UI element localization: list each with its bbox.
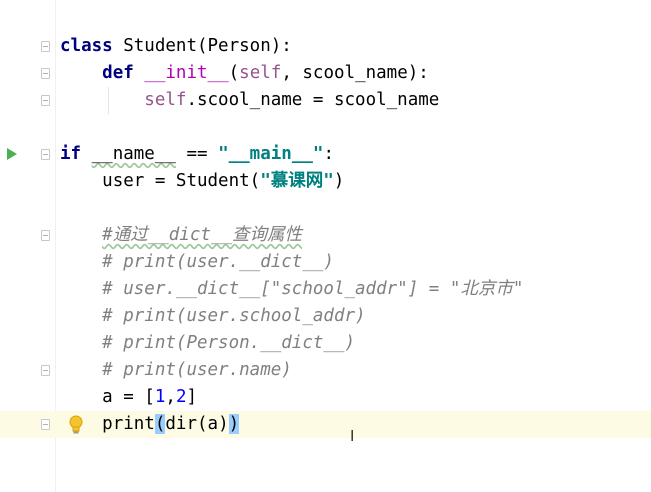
assignment: a = [: [102, 387, 155, 407]
assignment: user = Student(: [102, 171, 261, 191]
code-line-13[interactable]: # print(user.name): [0, 357, 651, 384]
comment: # print(user.name): [102, 360, 292, 380]
code-line-9[interactable]: # print(user.__dict__): [0, 249, 651, 276]
assignment: .scool_name = scool_name: [186, 90, 440, 110]
code-text[interactable]: class Student(Person):: [60, 33, 292, 60]
paren: (: [228, 63, 240, 83]
code-text[interactable]: # print(user.school_addr): [60, 303, 366, 330]
code-line-8[interactable]: #通过__dict__查询属性: [0, 222, 651, 249]
code-text[interactable]: # print(user.name): [60, 357, 292, 384]
magic-method: __init__: [144, 63, 229, 83]
self-keyword: self: [239, 63, 282, 83]
function-name: print: [102, 414, 155, 434]
code-text[interactable]: # print(user.__dict__): [60, 249, 334, 276]
code-line-1[interactable]: class Student(Person):: [0, 33, 651, 60]
call-args: dir(a): [165, 414, 229, 434]
code-line-6[interactable]: user = Student("慕课网"): [0, 168, 651, 195]
fold-marker-icon[interactable]: [41, 95, 50, 106]
code-line-11[interactable]: # print(user.school_addr): [0, 303, 651, 330]
number-literal: 1: [154, 387, 166, 407]
code-text[interactable]: if __name__ == "__main__":: [60, 141, 334, 168]
code-text[interactable]: # print(Person.__dict__): [60, 330, 355, 357]
fold-marker-icon[interactable]: [41, 68, 50, 79]
fold-marker-icon[interactable]: [41, 41, 50, 52]
code-line-15[interactable]: print(dir(a)): [0, 411, 651, 438]
paren: ): [333, 171, 345, 191]
fold-marker-icon[interactable]: [41, 419, 50, 430]
code-line-3[interactable]: self.scool_name = scool_name: [0, 87, 651, 114]
run-arrow-icon[interactable]: [7, 148, 17, 160]
code-text[interactable]: a = [1,2]: [60, 384, 197, 411]
fold-marker-icon[interactable]: [41, 365, 50, 376]
colon: :: [323, 144, 334, 164]
fold-marker-icon[interactable]: [41, 149, 50, 160]
params: , scool_name):: [281, 63, 429, 83]
code-line-5[interactable]: if __name__ == "__main__":: [0, 141, 651, 168]
code-line-12[interactable]: # print(Person.__dict__): [0, 330, 651, 357]
self-keyword: self: [144, 90, 187, 110]
class-declaration: Student(Person):: [112, 36, 292, 56]
code-text[interactable]: self.scool_name = scool_name: [60, 87, 439, 114]
string-literal: "慕课网": [260, 171, 334, 191]
matched-paren: (: [154, 414, 166, 434]
comment: # user.__dict__["school_addr"] = "北京市": [102, 279, 524, 299]
keyword: def: [102, 63, 134, 83]
code-editor[interactable]: class Student(Person): def __init__(self…: [0, 0, 651, 492]
fold-marker-icon[interactable]: [41, 230, 50, 241]
code-line-2[interactable]: def __init__(self, scool_name):: [0, 60, 651, 87]
comment: # print(user.__dict__): [102, 252, 334, 272]
code-line-10[interactable]: # user.__dict__["school_addr"] = "北京市": [0, 276, 651, 303]
comment: # print(Person.__dict__): [102, 333, 356, 353]
comment: #通过__dict__查询属性: [102, 225, 302, 245]
code-text[interactable]: # user.__dict__["school_addr"] = "北京市": [60, 276, 523, 303]
comma: ,: [165, 387, 176, 407]
keyword: if: [60, 144, 82, 164]
operator: ==: [175, 144, 219, 164]
keyword: class: [60, 36, 113, 56]
comment: # print(user.school_addr): [102, 306, 366, 326]
number-literal: 2: [175, 387, 187, 407]
mouse-ibeam-cursor: I: [350, 427, 355, 445]
matched-paren: ): [228, 414, 240, 434]
code-line-14[interactable]: a = [1,2]: [0, 384, 651, 411]
bracket: ]: [186, 387, 198, 407]
name-variable: __name__: [91, 144, 176, 164]
code-text[interactable]: print(dir(a)): [60, 411, 240, 438]
string-literal: "__main__": [218, 144, 324, 164]
code-text[interactable]: user = Student("慕课网"): [60, 168, 344, 195]
code-text[interactable]: def __init__(self, scool_name):: [60, 60, 429, 87]
code-text[interactable]: #通过__dict__查询属性: [60, 222, 302, 249]
